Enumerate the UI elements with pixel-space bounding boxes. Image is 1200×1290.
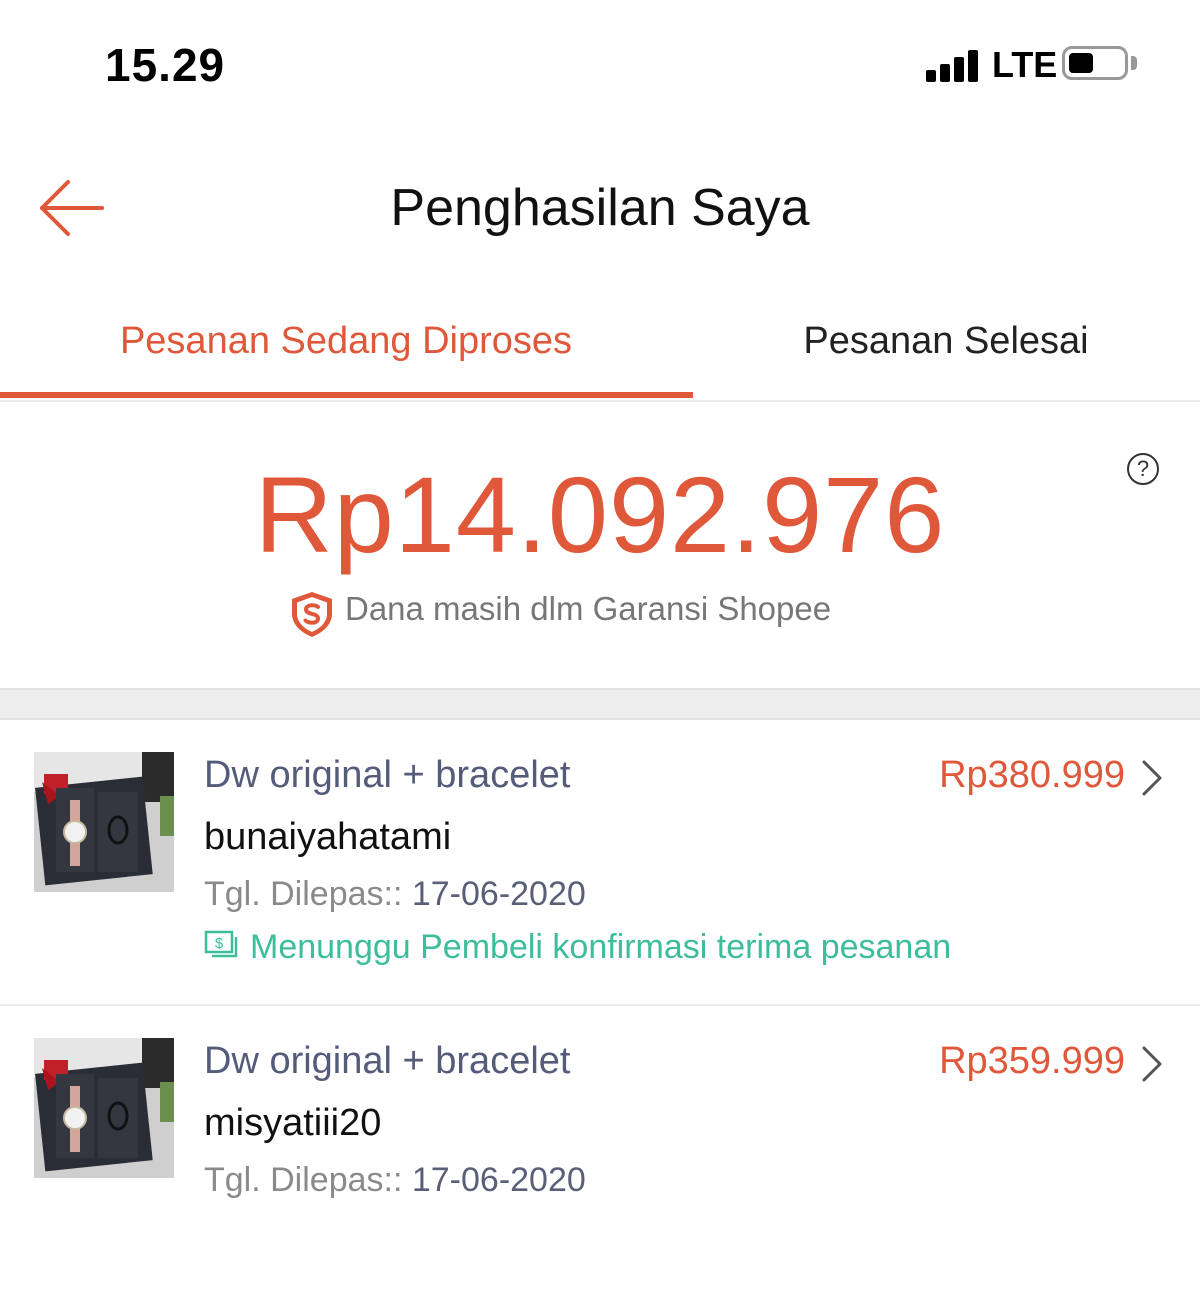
order-status-text: Menunggu Pembeli konfirmasi terima pesan… [250,928,952,966]
section-divider [0,688,1200,720]
product-name: Dw original + bracelet [204,754,571,796]
chevron-right-icon [1142,1046,1162,1082]
shopee-guarantee-shield-icon [292,592,332,637]
money-icon: $ [204,930,238,958]
battery-icon [1062,46,1128,80]
release-date-value: 17-06-2020 [411,1161,586,1199]
release-date: Tgl. Dilepas:: 17-06-2020 [204,875,586,914]
release-date-label: Tgl. Dilepas:: [204,1161,403,1199]
buyer-username: misyatiii20 [204,1102,382,1144]
release-date-value: 17-06-2020 [411,875,586,913]
order-price: Rp359.999 [939,1040,1125,1082]
release-date: Tgl. Dilepas:: 17-06-2020 [204,1161,586,1200]
tab-processing-orders[interactable]: Pesanan Sedang Diproses [0,320,692,363]
guarantee-text: Dana masih dlm Garansi Shopee [345,590,832,627]
battery-tip [1131,56,1137,70]
network-type: LTE [992,44,1058,85]
order-item[interactable]: Dw original + bracelet Rp359.999 misyati… [0,1004,1200,1290]
product-thumbnail [34,1038,174,1178]
buyer-username: bunaiyahatami [204,816,452,858]
page-title: Penghasilan Saya [390,179,810,237]
svg-text:$: $ [215,935,224,952]
release-date-label: Tgl. Dilepas:: [204,875,403,913]
order-status: $ Menunggu Pembeli konfirmasi terima pes… [204,928,951,967]
tab-completed-orders[interactable]: Pesanan Selesai [692,320,1200,363]
order-price: Rp380.999 [939,754,1125,796]
product-thumbnail [34,752,174,892]
chevron-right-icon [1142,760,1162,796]
status-bar: 15.29 LTE [0,0,1200,130]
order-item[interactable]: Dw original + bracelet Rp380.999 bunaiya… [0,718,1200,1006]
active-tab-indicator [0,392,693,398]
signal-strength-icon [926,48,982,82]
total-income-amount: Rp14.092.976 [254,454,946,575]
product-name: Dw original + bracelet [204,1040,571,1082]
status-time: 15.29 [105,39,226,91]
tab-bar: Pesanan Sedang Diproses Pesanan Selesai [0,300,1200,402]
